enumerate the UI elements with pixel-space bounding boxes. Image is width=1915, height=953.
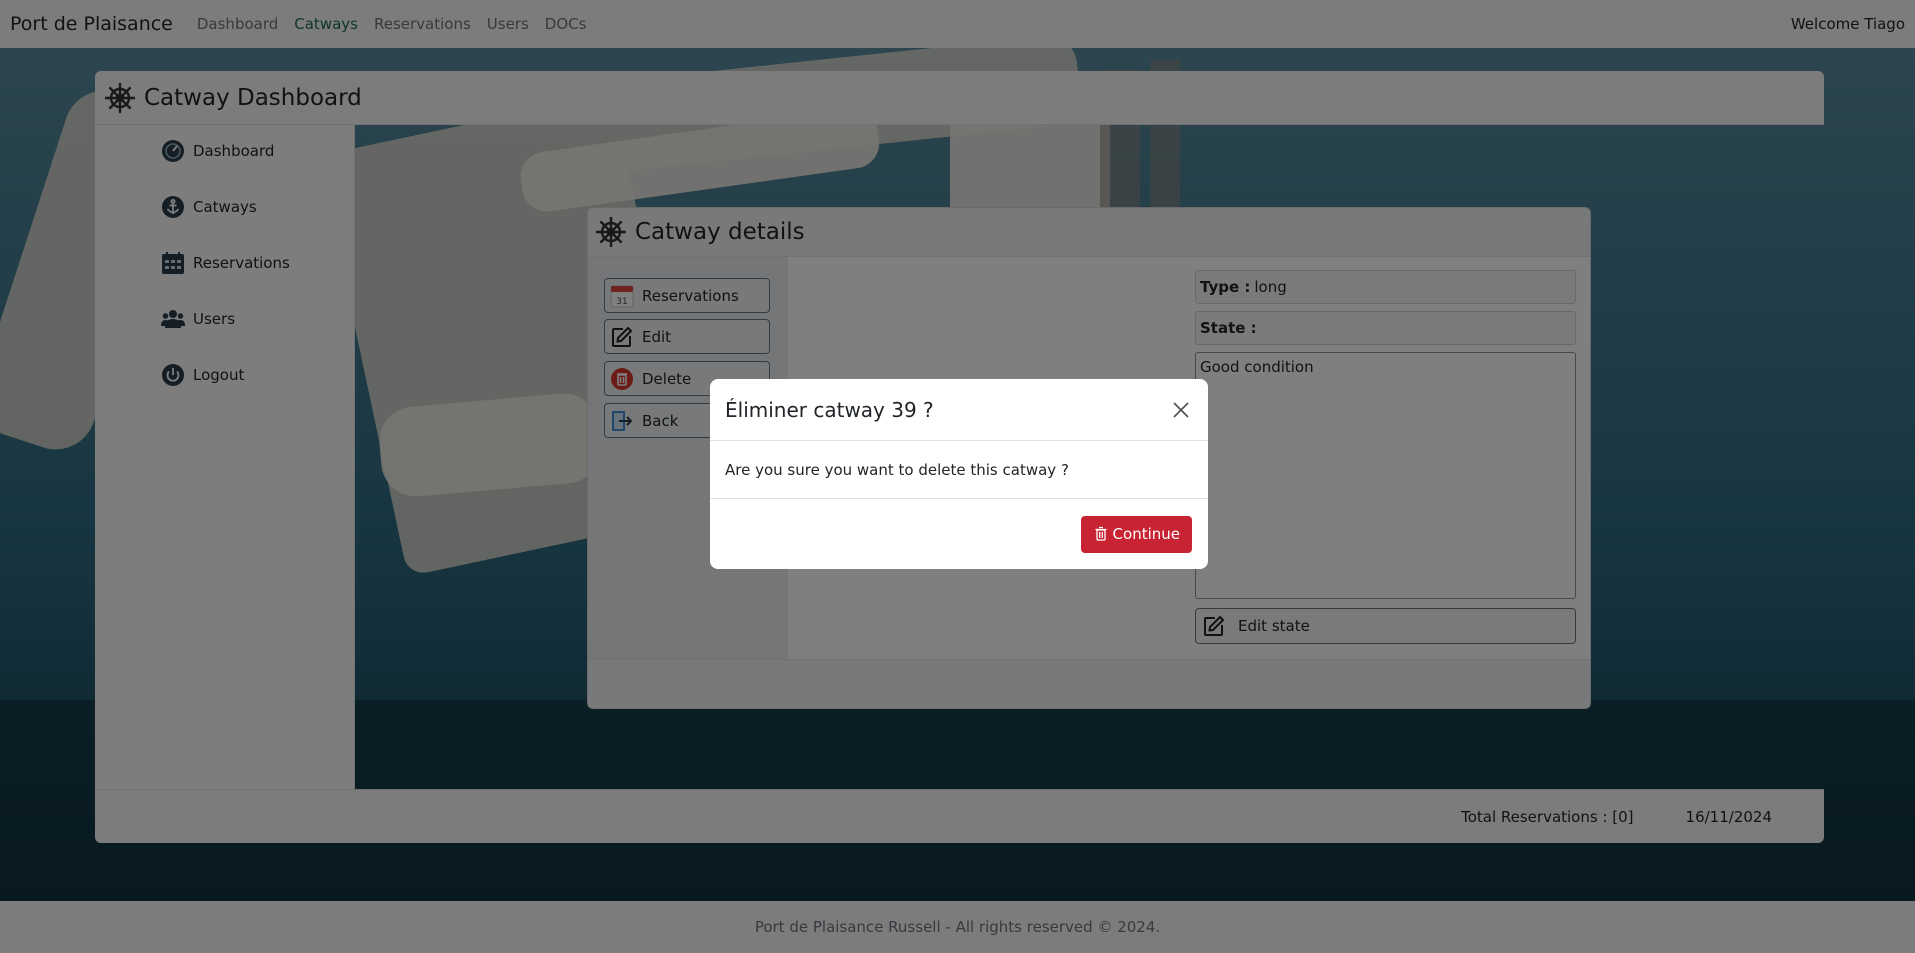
modal-body: Are you sure you want to delete this cat… [710, 441, 1208, 499]
modal-title: Éliminer catway 39 ? [725, 397, 934, 422]
trash-icon [1093, 526, 1109, 542]
modal-header: Éliminer catway 39 ? [710, 379, 1208, 441]
modal-footer: Continue [710, 499, 1208, 569]
continue-button[interactable]: Continue [1080, 515, 1192, 553]
delete-confirm-modal: Éliminer catway 39 ? Are you sure you wa… [710, 379, 1208, 569]
close-icon[interactable] [1169, 398, 1193, 422]
button-label: Continue [1112, 525, 1180, 543]
modal-message: Are you sure you want to delete this cat… [725, 460, 1069, 479]
